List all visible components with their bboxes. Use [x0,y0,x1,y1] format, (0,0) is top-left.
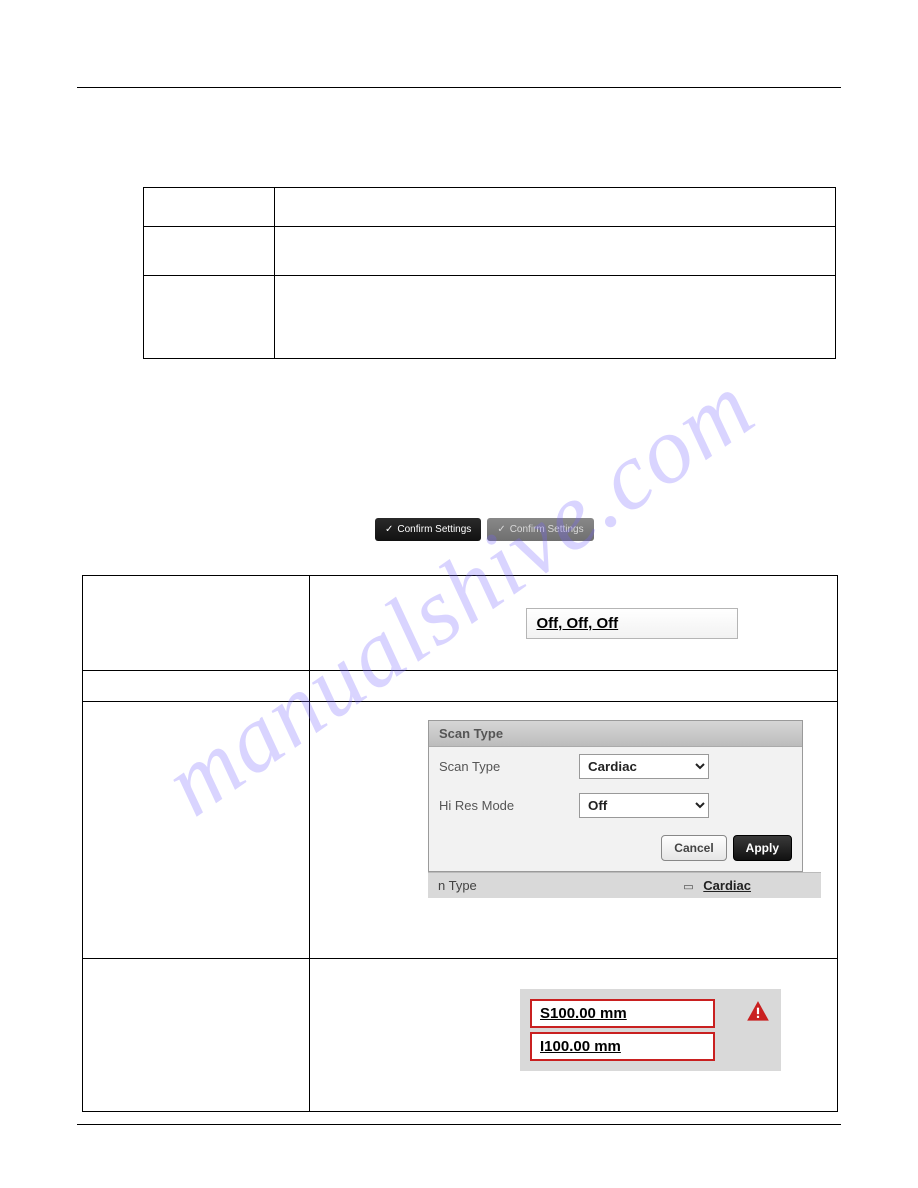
range-panel: S100.00 mm I100.00 mm [520,989,781,1071]
cancel-button[interactable]: Cancel [661,835,726,861]
table-row [144,276,836,359]
warning-icon [745,999,771,1030]
table-1 [143,187,836,359]
ecg-sync-field[interactable]: Off, Off, Off [526,608,738,639]
hi-res-mode-label: Hi Res Mode [439,798,579,813]
table-row [144,227,836,276]
table-row: Scan Type Scan Type Cardiac Hi Res Mode [83,702,838,959]
check-icon: ✓ [497,524,505,535]
end-position-field[interactable]: I100.00 mm [530,1032,715,1061]
dialog-title: Scan Type [429,721,802,747]
confirm-settings-button[interactable]: ✓ Confirm Settings [375,518,481,541]
link-icon: ▭ [683,881,693,893]
button-row: ✓ Confirm Settings ✓ Confirm Settings [375,518,594,541]
table-row [83,671,838,702]
strip-value: Cardiac [703,878,751,893]
hi-res-mode-select[interactable]: Off [579,793,709,818]
table-row [144,188,836,227]
scan-type-dialog: Scan Type Scan Type Cardiac Hi Res Mode [428,720,803,872]
scan-type-select[interactable]: Cardiac [579,754,709,779]
scan-type-strip: n Type ▭ Cardiac [428,872,821,898]
confirm-settings-disabled-label: Confirm Settings [510,524,584,535]
start-position-field[interactable]: S100.00 mm [530,999,715,1028]
apply-button[interactable]: Apply [733,835,792,861]
check-icon: ✓ [385,524,393,535]
scan-type-label: Scan Type [439,759,579,774]
confirm-settings-button-disabled: ✓ Confirm Settings [487,518,593,541]
table-row: Off, Off, Off [83,576,838,671]
table-2: Off, Off, Off Scan Type Scan Type [82,575,838,1112]
confirm-settings-label: Confirm Settings [397,524,471,535]
table-row: S100.00 mm I100.00 mm [83,959,838,1112]
strip-label: n Type [438,878,477,893]
